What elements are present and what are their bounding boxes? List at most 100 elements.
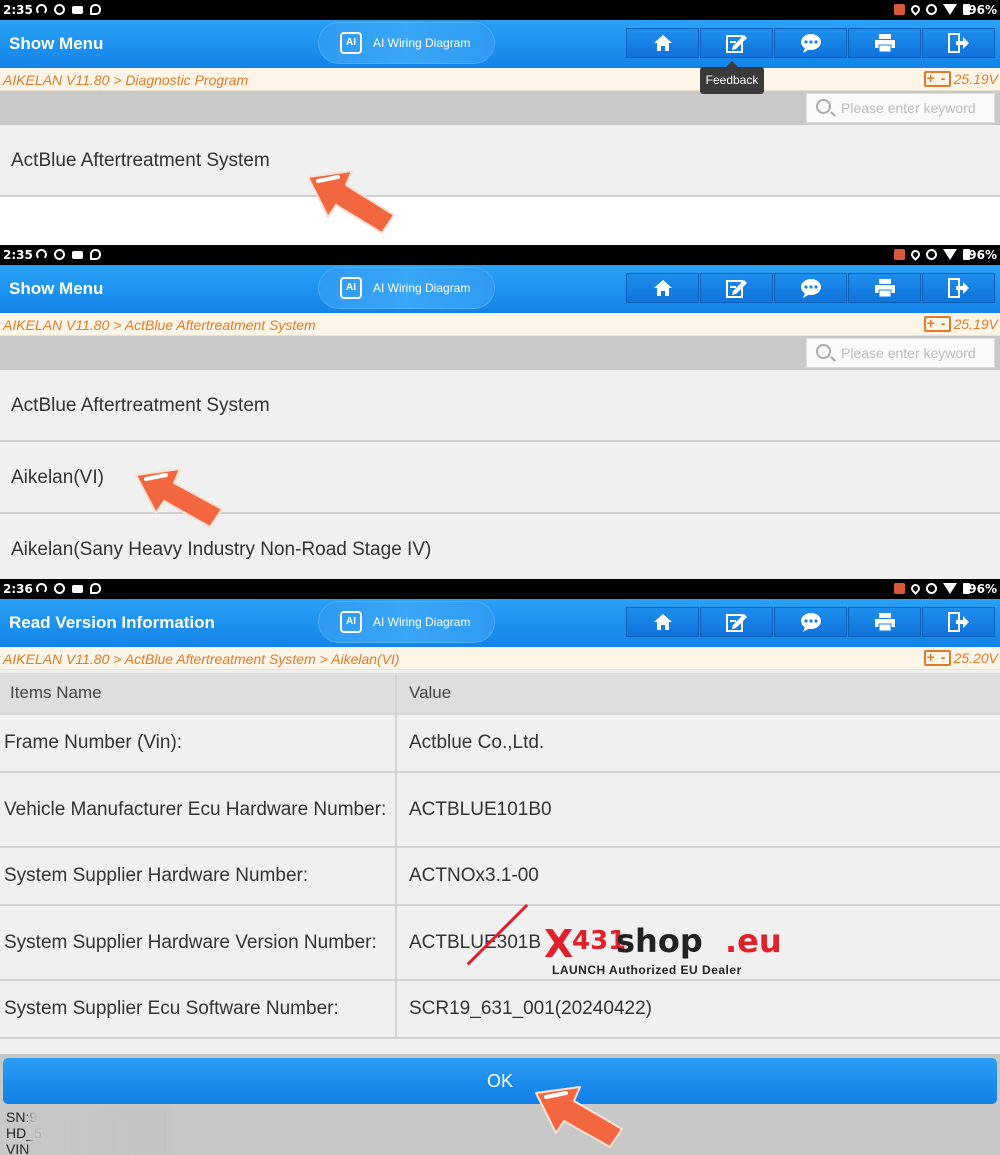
car-battery-icon [923,649,951,666]
list-item-label: Aikelan(VI) [11,467,104,488]
screen-record-icon [894,583,905,594]
feedback-button[interactable] [700,607,773,637]
exit-button[interactable] [922,607,995,637]
message-icon [90,583,101,594]
exit-button[interactable] [922,273,995,303]
toolbar [626,607,996,637]
home-icon [653,280,672,296]
chat-button[interactable] [774,607,847,637]
value-cell: Actblue Co.,Ltd. [409,732,545,753]
ai-icon: AI [340,611,362,633]
do-not-disturb-icon [926,249,937,260]
camera-icon [72,6,83,14]
wifi-calling-icon [36,583,47,594]
breadcrumb: AIKELAN V11.80 > Diagnostic Program 25.1… [0,68,1000,91]
voltage-indicator: 25.19V [923,315,998,332]
feedback-tooltip: Feedback [700,61,764,94]
do-not-disturb-icon [926,4,937,15]
status-bar: 2:35 96% [0,0,1000,20]
breadcrumb-text: AIKELAN V11.80 > ActBlue Aftertreatment … [3,317,316,333]
value-cell: ACTNOx3.1-00 [409,865,539,886]
table-row: Vehicle Manufacturer Ecu Hardware Number… [0,773,1000,848]
search-input[interactable] [841,343,991,363]
search-icon [816,344,831,359]
table-row: System Supplier Hardware Number: ACTNOx3… [0,848,1000,906]
status-time: 2:35 [3,3,33,17]
feedback-button[interactable] [700,28,773,58]
camera-icon [72,585,83,593]
title-bar: Show Menu AI AI Wiring Diagram [0,265,1000,313]
item-name-cell: System Supplier Hardware Version Number: [0,906,397,979]
pointer-arrow-icon [135,468,223,528]
print-button[interactable] [848,607,921,637]
wifi-calling-icon [36,4,47,15]
list-item[interactable]: ActBlue Aftertreatment System [0,370,1000,442]
search-box[interactable] [806,93,995,123]
redaction-blur [30,1109,170,1155]
edit-icon [725,35,747,53]
list-item[interactable]: ActBlue Aftertreatment System [0,125,1000,197]
watermark-domain: .eu [725,922,782,960]
ok-button[interactable]: OK [3,1058,997,1104]
ai-wiring-diagram-label: AI Wiring Diagram [373,281,471,295]
ai-wiring-diagram-label: AI Wiring Diagram [373,36,471,50]
print-button[interactable] [848,28,921,58]
ai-icon: AI [340,32,362,54]
screen-read-version-information: 2:36 96% Read Version Information AI AI … [0,579,1000,1155]
table-row: Frame Number (Vin): Actblue Co.,Ltd. [0,715,1000,773]
breadcrumb: AIKELAN V11.80 > ActBlue Aftertreatment … [0,313,1000,336]
camera-icon [72,251,83,259]
wifi-signal-icon [943,583,957,594]
pointer-arrow-icon [307,170,395,234]
home-button[interactable] [626,607,699,637]
search-box[interactable] [806,338,995,368]
ai-wiring-diagram-button[interactable]: AI AI Wiring Diagram [318,601,495,643]
page-title: Show Menu [9,34,104,53]
exit-icon [947,33,969,53]
home-button[interactable] [626,28,699,58]
screen-record-icon [894,249,905,260]
feedback-button[interactable] [700,273,773,303]
location-icon [909,3,922,16]
table-row: System Supplier Hardware Version Number:… [0,906,1000,981]
location-icon [909,248,922,261]
voltage-indicator: 25.20V [923,649,998,666]
column-header-items-name: Items Name [0,673,397,713]
battery-percent: 96% [968,3,997,17]
message-icon [90,4,101,15]
location-icon [909,582,922,595]
chat-button[interactable] [774,28,847,58]
voltage-value: 25.19V [953,71,998,87]
home-icon [653,614,672,630]
print-button[interactable] [848,273,921,303]
do-not-disturb-icon [926,583,937,594]
chat-button[interactable] [774,273,847,303]
search-input[interactable] [841,98,991,118]
chat-icon [800,279,821,298]
item-name-cell: Vehicle Manufacturer Ecu Hardware Number… [0,773,397,846]
breadcrumb: AIKELAN V11.80 > ActBlue Aftertreatment … [0,647,1000,670]
screen-show-menu-2: 2:35 96% Show Menu AI AI Wiring Diagram [0,245,1000,579]
status-time: 2:36 [3,582,33,596]
chat-icon [800,613,821,632]
home-button[interactable] [626,273,699,303]
exit-button[interactable] [922,28,995,58]
breadcrumb-text: AIKELAN V11.80 > ActBlue Aftertreatment … [3,651,400,667]
exit-icon [947,612,969,632]
page-title: Show Menu [9,279,104,298]
voltage-indicator: 25.19V [923,70,998,87]
ai-icon: AI [340,277,362,299]
voltage-value: 25.19V [953,316,998,332]
ai-wiring-diagram-button[interactable]: AI AI Wiring Diagram [318,267,495,309]
print-icon [874,279,895,298]
title-bar: Read Version Information AI AI Wiring Di… [0,599,1000,647]
battery-percent: 96% [968,248,997,262]
exit-icon [947,278,969,298]
status-time: 2:35 [3,248,33,262]
item-name-cell: System Supplier Ecu Software Number: [0,981,397,1037]
ai-wiring-diagram-label: AI Wiring Diagram [373,615,471,629]
print-icon [874,34,895,53]
wifi-signal-icon [943,249,957,260]
ai-wiring-diagram-button[interactable]: AI AI Wiring Diagram [318,22,495,64]
screen-show-menu-1: 2:35 96% Show Menu AI AI Wiring Diagram [0,0,1000,245]
